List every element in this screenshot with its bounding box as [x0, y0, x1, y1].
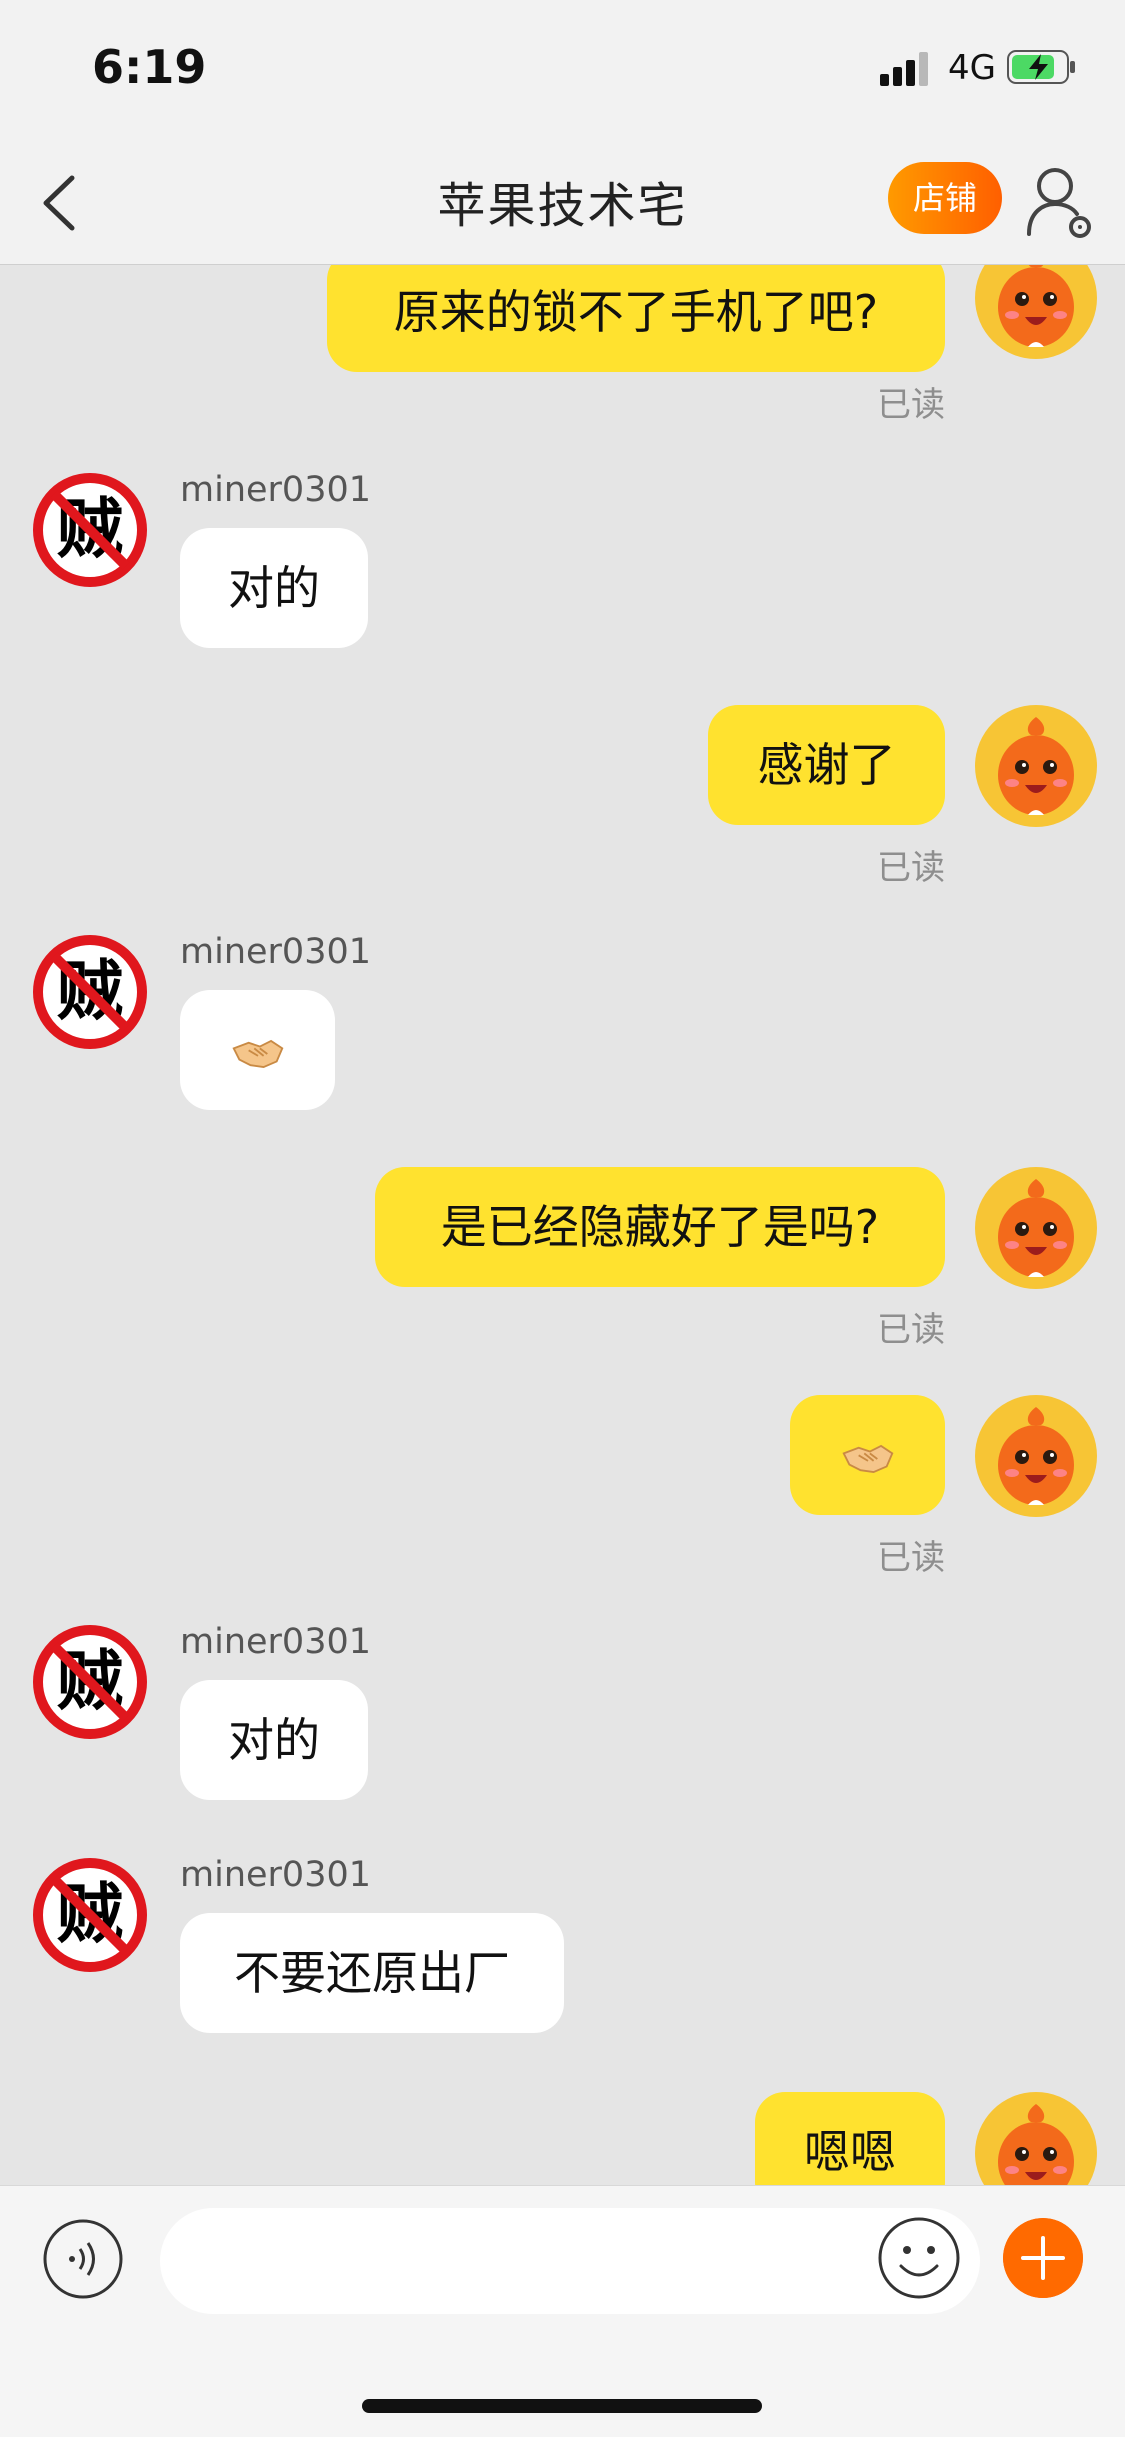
- contact-message-bubble[interactable]: [180, 990, 335, 1110]
- contact-avatar[interactable]: [30, 1855, 150, 1975]
- contact-avatar[interactable]: [30, 470, 150, 590]
- my-message-bubble[interactable]: 原来的锁不了手机了吧?: [327, 265, 945, 372]
- sender-name: miner0301: [180, 1855, 371, 1895]
- my-avatar[interactable]: [975, 2092, 1097, 2185]
- my-message-bubble[interactable]: [790, 1395, 945, 1515]
- sender-name: miner0301: [180, 1622, 371, 1662]
- handshake-icon: [230, 1034, 286, 1074]
- my-avatar[interactable]: [975, 1395, 1097, 1517]
- signal-icon: [880, 52, 928, 86]
- emoji-icon[interactable]: [877, 2216, 961, 2300]
- user-settings-icon[interactable]: [1025, 164, 1095, 240]
- my-message-bubble[interactable]: 感谢了: [708, 705, 945, 825]
- sender-name: miner0301: [180, 932, 371, 972]
- read-receipt: 已读: [877, 1538, 945, 1578]
- my-message-bubble[interactable]: 是已经隐藏好了是吗?: [375, 1167, 945, 1287]
- my-avatar[interactable]: [975, 265, 1097, 359]
- message-list[interactable]: 原来的锁不了手机了吧? 已读 miner0301 对的 感谢了 已读 miner…: [0, 265, 1125, 2185]
- chat-header: 苹果技术宅 店铺: [0, 140, 1125, 265]
- home-indicator[interactable]: [362, 2399, 762, 2413]
- add-icon[interactable]: [1003, 2218, 1083, 2298]
- contact-message-bubble[interactable]: 对的: [180, 1680, 368, 1800]
- my-message-bubble[interactable]: 嗯嗯: [755, 2092, 945, 2185]
- contact-message-bubble[interactable]: 对的: [180, 528, 368, 648]
- read-receipt: 已读: [877, 1310, 945, 1350]
- contact-avatar[interactable]: [30, 932, 150, 1052]
- my-avatar[interactable]: [975, 1167, 1097, 1289]
- message-input[interactable]: [160, 2208, 980, 2314]
- read-receipt: 已读: [877, 385, 945, 425]
- network-type: 4G: [948, 48, 996, 88]
- contact-message-bubble[interactable]: 不要还原出厂: [180, 1913, 564, 2033]
- handshake-icon: [840, 1439, 896, 1479]
- input-bar: [0, 2185, 1125, 2437]
- status-bar: 6:19 4G: [0, 0, 1125, 140]
- voice-icon[interactable]: [42, 2218, 124, 2300]
- status-time: 6:19: [92, 40, 207, 94]
- shop-button[interactable]: 店铺: [888, 162, 1002, 234]
- read-receipt: 已读: [877, 848, 945, 888]
- contact-avatar[interactable]: [30, 1622, 150, 1742]
- sender-name: miner0301: [180, 470, 371, 510]
- battery-icon: [1007, 50, 1075, 84]
- my-avatar[interactable]: [975, 705, 1097, 827]
